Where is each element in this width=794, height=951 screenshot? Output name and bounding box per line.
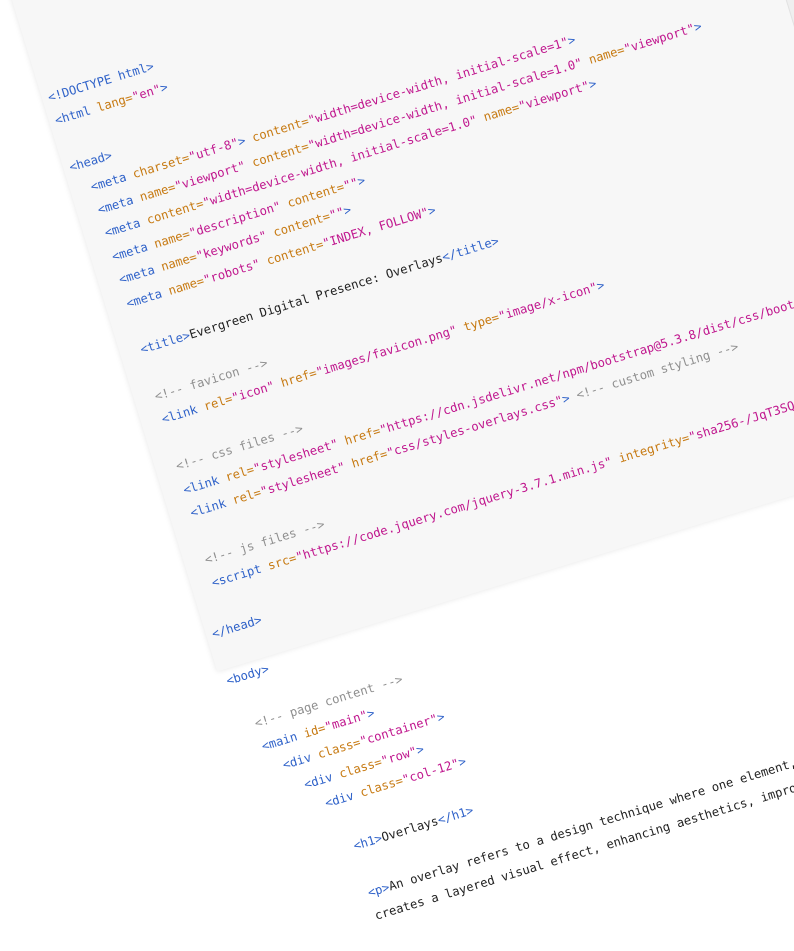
code-editor-panel: <!DOCTYPE html> <html lang="en"> <head> <m… [0,0,794,923]
code-token-attr: href= [279,366,319,391]
code-token-attr: rel= [230,485,263,508]
code-view[interactable]: <!DOCTYPE html> <html lang="en"> <head> <m… [45,0,794,949]
code-token-attr: lang= [95,90,135,116]
code-token-attr: src= [266,551,299,573]
code-token-attr: rel= [223,462,256,484]
code-token-attr: name= [481,100,522,125]
code-token-attr: type= [461,310,501,335]
code-token-tag: </h1> [435,803,476,828]
code-token-attr: name= [166,273,206,298]
rotated-screenshot: <!DOCTYPE html> <html lang="en"> <head> <m… [0,0,794,923]
code-token-val: "en" [130,82,163,105]
code-token-attr: rel= [202,392,235,414]
code-token-tag: <h1> [351,830,384,853]
code-token-tag: <div [323,786,363,811]
